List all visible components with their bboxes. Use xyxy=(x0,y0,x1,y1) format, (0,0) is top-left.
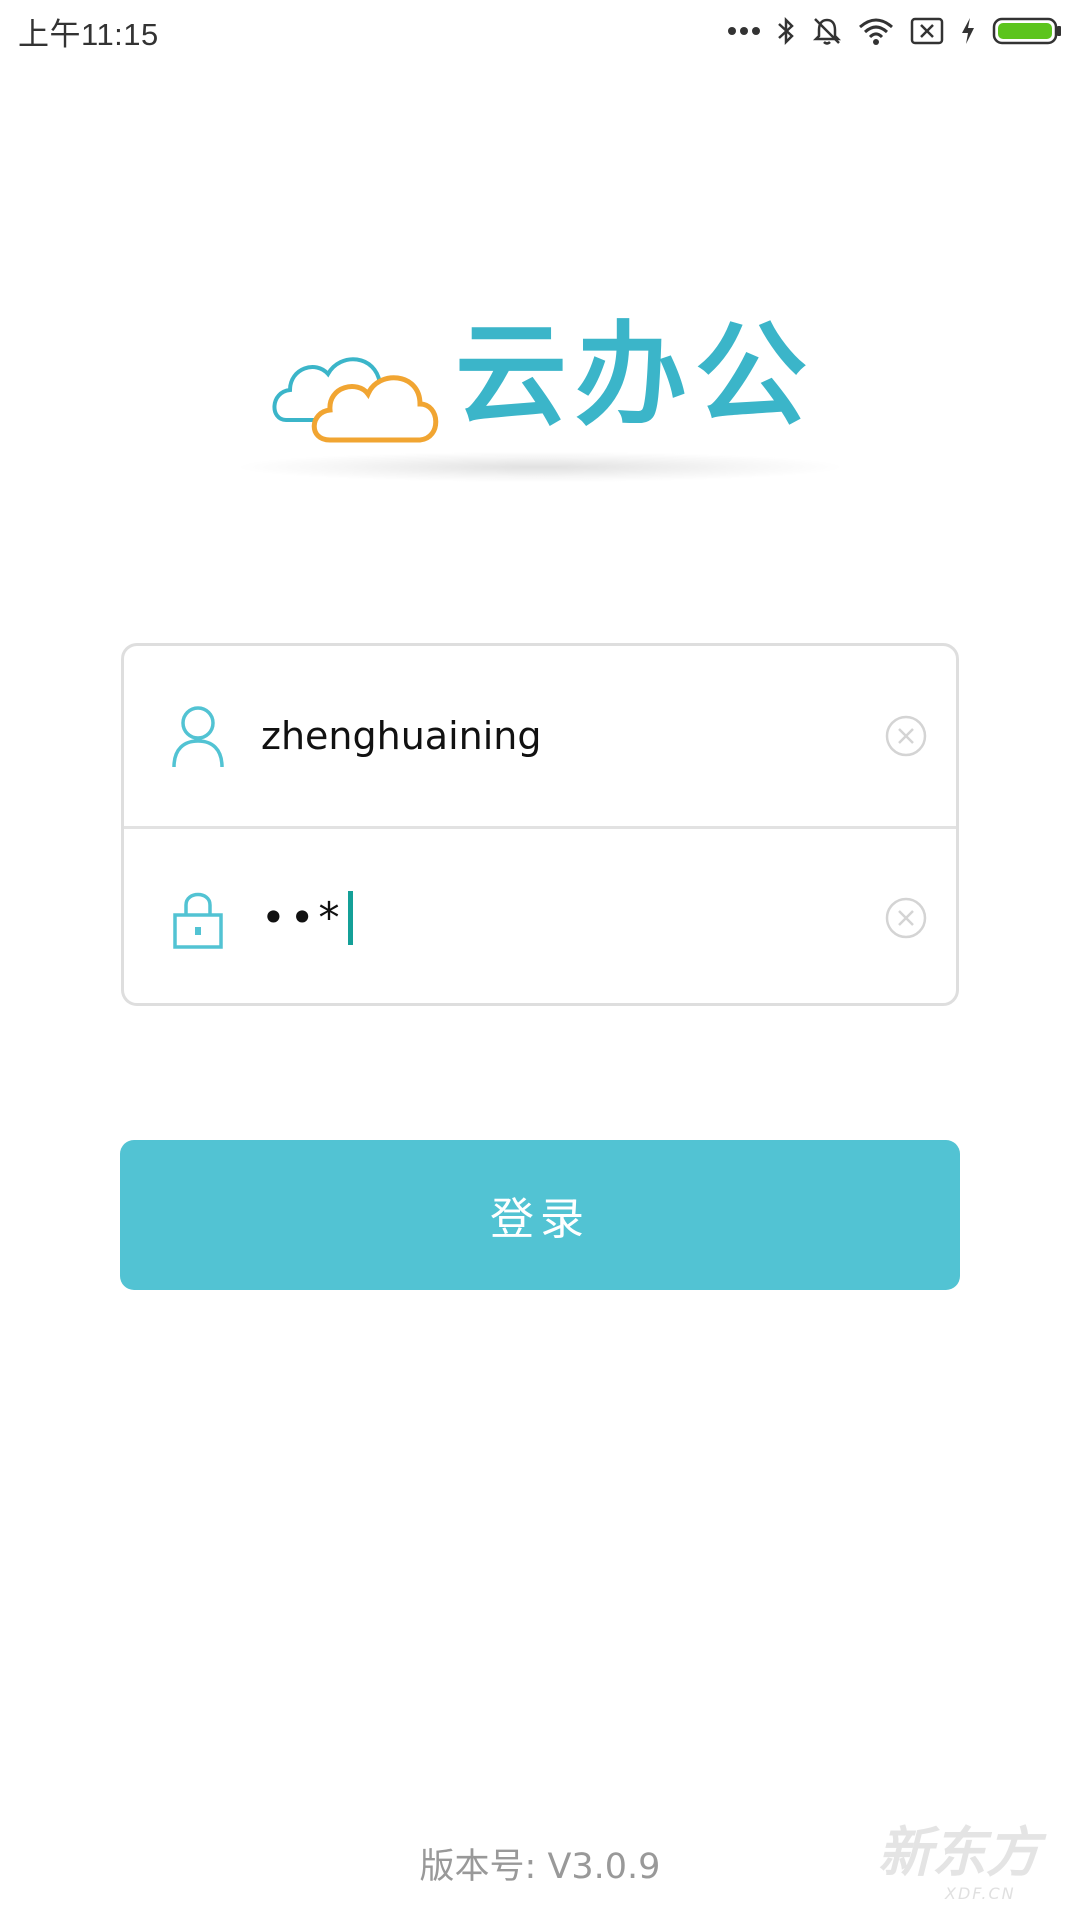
login-form: zhenghuaining ••* xyxy=(121,643,959,1006)
logo-shadow xyxy=(240,452,840,482)
text-cursor xyxy=(347,890,353,945)
user-icon xyxy=(170,703,226,769)
mute-icon xyxy=(812,16,842,46)
status-icons xyxy=(728,16,1062,46)
clear-username-icon[interactable] xyxy=(884,714,928,758)
battery-icon xyxy=(992,16,1062,46)
app-name: 云办公 xyxy=(455,311,815,441)
status-time: 上午11:15 xyxy=(18,16,159,52)
password-row: ••* xyxy=(124,826,956,1006)
app-logo: 云办公 xyxy=(0,300,1080,500)
bluetooth-icon xyxy=(776,16,796,46)
cloud-icon xyxy=(268,330,448,454)
wifi-icon xyxy=(858,17,894,45)
clear-password-icon[interactable] xyxy=(884,896,928,940)
status-bar: 上午11:15 xyxy=(0,0,1080,62)
username-field[interactable]: zhenghuaining xyxy=(261,714,541,758)
charging-icon xyxy=(960,17,976,45)
login-button[interactable]: 登录 xyxy=(120,1140,960,1290)
lock-icon xyxy=(170,885,226,951)
watermark-sub: XDF.CN xyxy=(945,1884,1016,1903)
more-dots-icon xyxy=(728,26,760,36)
password-masked-text: ••* xyxy=(261,893,344,942)
sim-off-icon xyxy=(910,17,944,45)
username-row: zhenghuaining xyxy=(124,646,956,826)
watermark-logo: 新东方 xyxy=(878,1821,1040,1884)
password-field[interactable]: ••* xyxy=(261,890,353,945)
